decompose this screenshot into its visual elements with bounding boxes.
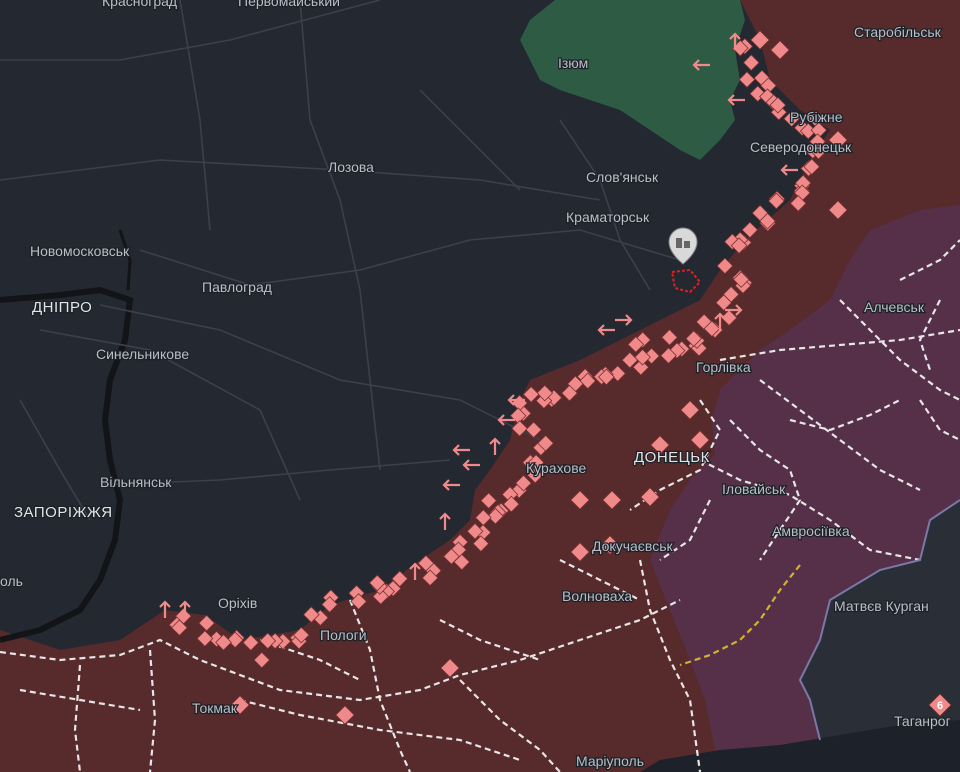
label-tokmak[interactable]: Токмак (191, 699, 239, 718)
label-horlivka[interactable]: Горлівка (695, 358, 752, 377)
label-kurakhove[interactable]: Курахове (525, 459, 588, 478)
label-sloviansk[interactable]: Слов'янськ (585, 168, 660, 187)
label-alchevsk[interactable]: Алчевськ (863, 298, 926, 317)
label-kramatorsk[interactable]: Краматорськ (565, 208, 651, 227)
label-pervomaiskyi[interactable]: Первомайський (237, 0, 342, 10)
label-orikhiv[interactable]: Оріхів (217, 594, 259, 613)
label-zaporizhzhia[interactable]: ЗАПОРІЖЖЯ (13, 503, 114, 523)
label-sievierodonetsk[interactable]: Северодонецьк (749, 138, 854, 157)
label-nikopol[interactable]: оль (0, 572, 24, 591)
label-synelnykove[interactable]: Синельникове (95, 345, 191, 364)
label-lozova[interactable]: Лозова (327, 158, 376, 177)
label-rubizhne[interactable]: Рубіжне (789, 108, 844, 127)
label-amvrosiivka[interactable]: Амвросіївка (771, 522, 851, 541)
label-volnovakha[interactable]: Волноваха (561, 587, 634, 606)
label-donetsk[interactable]: ДОНЕЦЬК (633, 448, 711, 468)
label-polohy[interactable]: Пологи (319, 626, 368, 645)
label-pavlohrad[interactable]: Павлоград (201, 278, 273, 297)
map-canvas[interactable]: 6 Красноград Первомайський Ізюм Старобіл… (0, 0, 960, 772)
label-izium[interactable]: Ізюм (557, 54, 590, 73)
label-matviiv-kurhan[interactable]: Матвєв Курган (833, 597, 930, 616)
label-novomoskovsk[interactable]: Новомосковськ (29, 242, 132, 261)
route-badge: 6 (937, 700, 943, 712)
label-tahanrih[interactable]: Таганрог (893, 712, 952, 731)
label-dokuchaievsk[interactable]: Докучаєвськ (591, 537, 675, 556)
label-mariupol[interactable]: Маріуполь (575, 752, 646, 771)
label-krasnohrad[interactable]: Красноград (101, 0, 179, 10)
label-ilovaisk[interactable]: Іловайськ (721, 480, 788, 499)
map-container[interactable]: 6 Красноград Первомайський Ізюм Старобіл… (0, 0, 960, 772)
label-vilniansk[interactable]: Вільнянськ (99, 473, 174, 492)
label-starobilsk[interactable]: Старобільськ (853, 23, 943, 42)
label-dnipro[interactable]: ДНІПРО (31, 298, 93, 318)
